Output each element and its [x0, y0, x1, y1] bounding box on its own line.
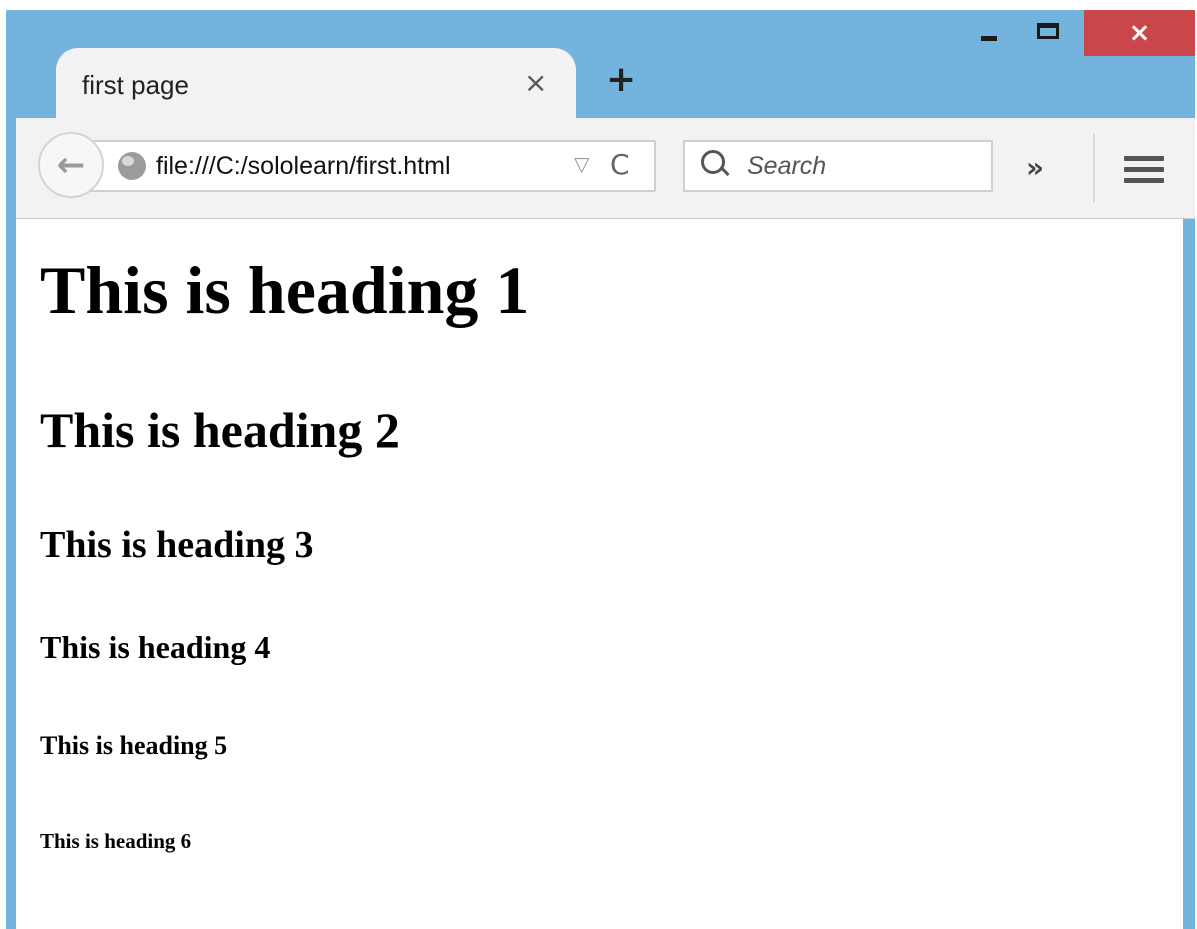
search-input[interactable]: Search [683, 140, 993, 192]
tab-first-page[interactable]: first page × [56, 48, 576, 120]
close-icon: × [1128, 18, 1151, 48]
navigation-toolbar: ← file:///C:/sololearn/first.html ▽ C Se… [16, 118, 1195, 219]
back-arrow-icon: ← [56, 145, 86, 185]
new-tab-button[interactable]: + [606, 62, 636, 98]
close-window-button[interactable]: × [1084, 10, 1195, 56]
overflow-chevron-icon[interactable]: » [1026, 154, 1044, 182]
url-text[interactable]: file:///C:/sololearn/first.html [156, 152, 451, 181]
heading-3: This is heading 3 [40, 524, 314, 566]
tab-title: first page [82, 70, 189, 100]
hamburger-menu-icon[interactable] [1124, 156, 1164, 184]
toolbar-divider [1093, 134, 1095, 202]
tab-close-icon[interactable]: × [524, 66, 547, 99]
search-icon [701, 150, 725, 174]
heading-2: This is heading 2 [40, 402, 400, 458]
globe-icon [118, 152, 146, 180]
maximize-icon [1037, 23, 1059, 39]
heading-4: This is heading 4 [40, 629, 271, 665]
history-dropdown-icon[interactable]: ▽ [574, 152, 589, 176]
address-bar[interactable]: file:///C:/sololearn/first.html ▽ C [86, 140, 656, 192]
maximize-button[interactable] [1018, 10, 1078, 52]
browser-window: × first page × + ← file:///C:/sololearn/… [6, 10, 1195, 929]
reload-icon[interactable]: C [610, 148, 630, 181]
page-content: This is heading 1 This is heading 2 This… [16, 219, 1183, 929]
heading-6: This is heading 6 [40, 829, 192, 853]
heading-5: This is heading 5 [40, 731, 228, 760]
minimize-button[interactable] [964, 10, 1014, 52]
heading-1: This is heading 1 [40, 252, 530, 328]
back-button[interactable]: ← [38, 132, 104, 198]
minimize-icon [981, 35, 997, 41]
search-placeholder: Search [747, 152, 827, 180]
